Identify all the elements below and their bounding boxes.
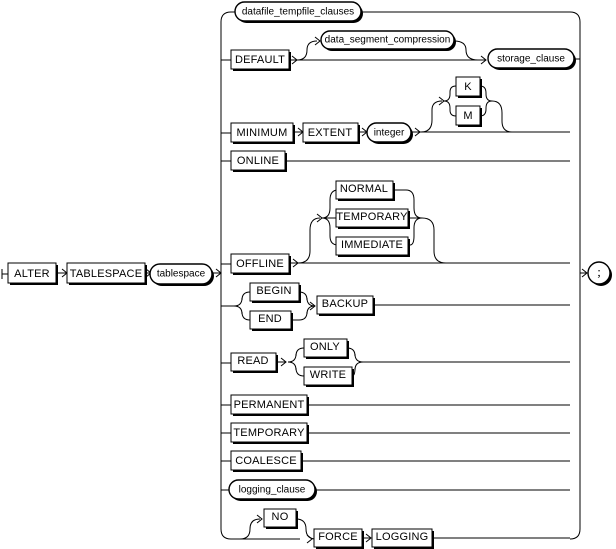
row-temporary: TEMPORARY [221, 422, 570, 444]
node-read-write-label: WRITE [310, 369, 346, 381]
node-tablespace-keyword[interactable]: TABLESPACE [66, 262, 147, 285]
node-offline-immediate[interactable]: IMMEDIATE [335, 236, 410, 257]
node-semicolon-label: ; [597, 264, 601, 279]
node-read-label: READ [237, 355, 268, 367]
node-end-label: END [258, 313, 282, 325]
node-unit-k[interactable]: K [455, 76, 482, 98]
node-offline[interactable]: OFFLINE [230, 253, 291, 275]
node-end[interactable]: END [249, 310, 293, 331]
node-minimum[interactable]: MINIMUM [230, 122, 295, 144]
node-force-label: FORCE [318, 531, 358, 543]
row-offline: OFFLINE NORMAL TEMPORARY IMMEDIATE [221, 180, 570, 275]
node-logging-label: LOGGING [376, 531, 429, 543]
node-read-write[interactable]: WRITE [303, 366, 354, 387]
row-minimum-extent: MINIMUM EXTENT integer K M [221, 76, 570, 144]
entry-track [1, 269, 8, 279]
node-tablespace-name[interactable]: tablespace [149, 263, 214, 286]
node-offline-normal[interactable]: NORMAL [335, 180, 395, 201]
node-integer[interactable]: integer [366, 122, 413, 144]
node-unit-k-label: K [464, 81, 472, 93]
node-temporary-label: TEMPORARY [233, 427, 305, 439]
node-semicolon[interactable]: ; [587, 261, 612, 286]
node-data-segment-compression-label: data_segment_compression [325, 35, 451, 46]
node-offline-temporary[interactable]: TEMPORARY [335, 208, 410, 229]
node-extent-label: EXTENT [308, 127, 353, 139]
node-default-label: DEFAULT [235, 54, 285, 66]
node-tablespace-name-label: tablespace [157, 269, 206, 280]
node-offline-normal-label: NORMAL [340, 183, 388, 195]
node-temporary[interactable]: TEMPORARY [230, 422, 309, 444]
node-backup-label: BACKUP [322, 298, 368, 310]
node-begin-label: BEGIN [256, 285, 291, 297]
node-force[interactable]: FORCE [313, 528, 364, 549]
node-begin[interactable]: BEGIN [249, 282, 301, 303]
node-permanent[interactable]: PERMANENT [230, 394, 309, 416]
row-datafile-tempfile-clauses: datafile_tempfile_clauses [231, 1, 570, 23]
node-extent[interactable]: EXTENT [302, 122, 360, 144]
node-online-label: ONLINE [237, 155, 279, 167]
node-data-segment-compression[interactable]: data_segment_compression [320, 30, 456, 51]
node-tablespace-keyword-label: TABLESPACE [70, 268, 143, 280]
node-datafile-tempfile-clauses-label: datafile_tempfile_clauses [242, 7, 354, 18]
node-storage-clause[interactable]: storage_clause [487, 48, 576, 70]
node-permanent-label: PERMANENT [234, 399, 305, 411]
node-read-only[interactable]: ONLY [303, 338, 349, 359]
row-permanent: PERMANENT [221, 394, 570, 416]
node-minimum-label: MINIMUM [237, 127, 288, 139]
row-begin-end-backup: BEGIN END BACKUP [221, 282, 570, 331]
node-read-only-label: ONLY [310, 341, 340, 353]
node-integer-label: integer [374, 128, 405, 139]
node-offline-label: OFFLINE [236, 258, 284, 270]
node-coalesce[interactable]: COALESCE [230, 450, 303, 472]
node-backup[interactable]: BACKUP [316, 295, 375, 316]
node-no[interactable]: NO [263, 508, 298, 529]
node-no-label: NO [272, 511, 289, 523]
node-datafile-tempfile-clauses[interactable]: datafile_tempfile_clauses [234, 1, 363, 23]
left-spine [220, 11, 232, 540]
node-storage-clause-label: storage_clause [497, 54, 565, 65]
node-logging-clause-label: logging_clause [239, 485, 306, 496]
railroad-diagram-canvas: ALTER TABLESPACE tablespace ; datafile_t… [0, 0, 616, 549]
node-online[interactable]: ONLINE [230, 150, 287, 172]
row-coalesce: COALESCE [221, 450, 570, 472]
right-spine [569, 11, 588, 540]
node-offline-immediate-label: IMMEDIATE [341, 239, 403, 251]
node-coalesce-label: COALESCE [235, 455, 297, 467]
node-read[interactable]: READ [230, 352, 278, 373]
node-unit-m-label: M [463, 110, 472, 122]
row-online: ONLINE [221, 150, 570, 172]
node-alter[interactable]: ALTER [7, 262, 58, 285]
node-unit-m[interactable]: M [455, 105, 482, 127]
node-alter-label: ALTER [14, 268, 50, 280]
node-logging-clause[interactable]: logging_clause [228, 479, 317, 501]
node-default[interactable]: DEFAULT [230, 49, 291, 71]
row-force-logging: NO FORCE LOGGING [231, 508, 570, 549]
row-default-storage: DEFAULT data_segment_compression storage… [221, 30, 580, 71]
node-offline-temporary-label: TEMPORARY [336, 211, 408, 223]
alter-tablespace-railroad-diagram: ALTER TABLESPACE tablespace ; datafile_t… [1, 1, 612, 549]
row-logging-clause: logging_clause [221, 479, 570, 501]
node-logging[interactable]: LOGGING [371, 528, 434, 549]
row-read-only-write: READ ONLY WRITE [221, 338, 570, 387]
